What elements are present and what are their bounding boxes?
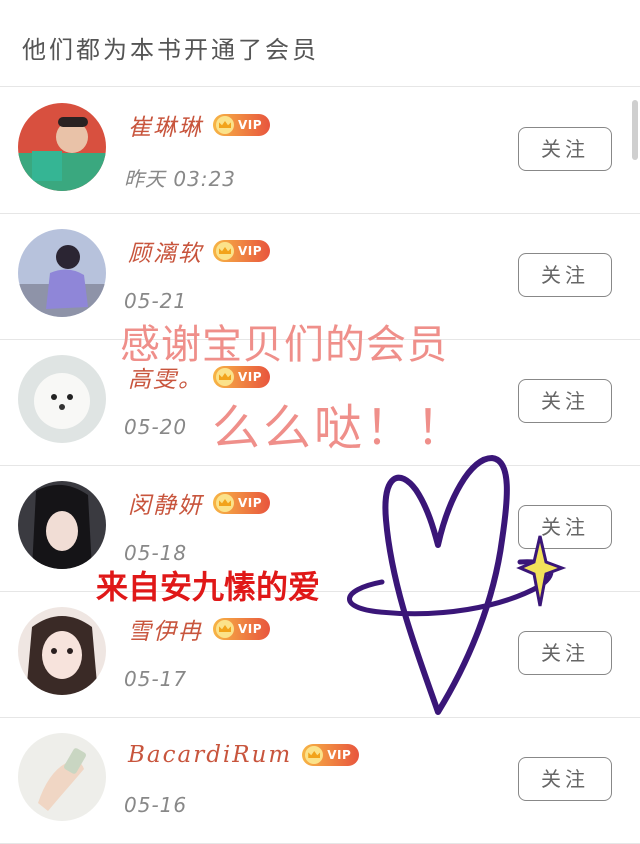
member-name-line: 崔琳琳 VIP xyxy=(128,108,271,142)
crown-icon xyxy=(216,368,234,386)
member-name-line: 雪伊冉 VIP xyxy=(128,612,271,646)
member-name[interactable]: 雪伊冉 xyxy=(128,612,203,646)
vip-badge: VIP xyxy=(213,618,271,640)
vip-badge: VIP xyxy=(213,240,271,262)
page-header: 他们都为本书开通了会员 xyxy=(0,0,640,87)
vip-badge: VIP xyxy=(213,492,271,514)
vip-label: VIP xyxy=(238,244,263,258)
member-name[interactable]: 顾漓软 xyxy=(128,234,203,268)
vip-label: VIP xyxy=(238,496,263,510)
member-row: 崔琳琳 VIP 昨天 03:23 关注 xyxy=(0,87,640,214)
member-date: 05-16 xyxy=(124,793,188,817)
vip-label: VIP xyxy=(238,622,263,636)
avatar[interactable] xyxy=(18,481,106,569)
avatar[interactable] xyxy=(18,103,106,191)
member-row: 雪伊冉 VIP 05-17 关注 xyxy=(0,591,640,718)
member-name[interactable]: BacardiRum xyxy=(128,742,292,768)
overlay-text-kisses: 么么哒！！ xyxy=(212,400,468,456)
page-title: 他们都为本书开通了会员 xyxy=(22,36,319,64)
member-date: 05-20 xyxy=(124,415,188,439)
crown-icon xyxy=(305,746,324,764)
member-date: 昨天 03:23 xyxy=(124,167,236,191)
member-date: 05-17 xyxy=(124,667,188,691)
follow-button[interactable]: 关注 xyxy=(518,253,612,297)
overlay-text-thanks: 感谢宝贝们的会员 xyxy=(120,322,448,368)
follow-button[interactable]: 关注 xyxy=(518,127,612,171)
avatar[interactable] xyxy=(18,229,106,317)
vip-label: VIP xyxy=(238,370,263,384)
member-row: BacardiRum VIP 05-16 关注 xyxy=(0,717,640,844)
follow-button[interactable]: 关注 xyxy=(518,379,612,423)
vip-badge: VIP xyxy=(213,114,271,136)
crown-icon xyxy=(216,494,234,512)
avatar[interactable] xyxy=(18,607,106,695)
overlay-text-from: 来自安九愫的爱 xyxy=(96,568,321,606)
follow-button[interactable]: 关注 xyxy=(518,505,612,549)
member-name-line: BacardiRum VIP xyxy=(128,739,360,771)
vip-label: VIP xyxy=(238,118,263,132)
vip-badge: VIP xyxy=(302,744,360,766)
crown-icon xyxy=(216,116,234,134)
member-name-line: 顾漓软 VIP xyxy=(128,234,271,268)
member-date: 05-21 xyxy=(124,289,188,313)
member-name-line: 闵静妍 VIP xyxy=(128,486,271,520)
vip-label: VIP xyxy=(327,748,352,762)
avatar[interactable] xyxy=(18,733,106,821)
follow-button[interactable]: 关注 xyxy=(518,631,612,675)
member-name[interactable]: 崔琳琳 xyxy=(128,108,203,142)
member-name[interactable]: 闵静妍 xyxy=(128,486,203,520)
avatar[interactable] xyxy=(18,355,106,443)
follow-button[interactable]: 关注 xyxy=(518,757,612,801)
crown-icon xyxy=(216,620,234,638)
crown-icon xyxy=(216,242,234,260)
